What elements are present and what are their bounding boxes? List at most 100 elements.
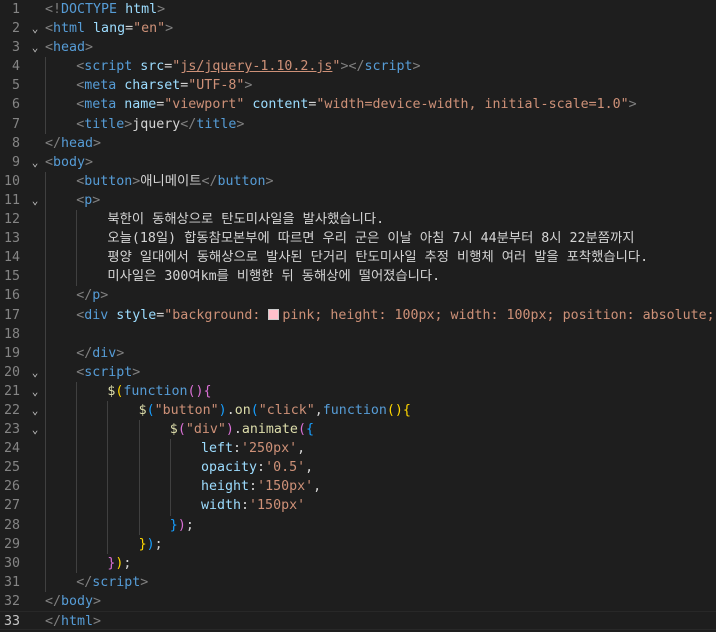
code-token: jquery	[132, 116, 181, 132]
code-line[interactable]: 24 left:'250px',	[0, 439, 716, 459]
fold-chevron-icon[interactable]: ⌄	[29, 363, 41, 382]
code-token: <	[76, 78, 85, 94]
code-text: width:'150px'	[45, 496, 716, 515]
code-line[interactable]: 30});	[0, 553, 716, 573]
code-token: "click"	[258, 402, 315, 418]
code-line[interactable]: 17 <div style="background: pink; height: …	[0, 305, 716, 325]
code-line[interactable]: 10 <button>애니메이트</button>	[0, 171, 716, 191]
code-text: opacity:'0.5',	[45, 458, 716, 477]
code-text: <head>	[45, 38, 716, 57]
code-token: >	[93, 593, 102, 609]
code-token: "en"	[133, 21, 166, 37]
code-token: button	[217, 173, 266, 189]
code-token: 미사일은 300여km를 비행한 뒤 동해상에 떨어졌습니다.	[107, 269, 441, 285]
line-number: 3	[11, 40, 20, 56]
code-text: <div style="background: pink; height: 10…	[45, 306, 716, 325]
code-text: <!DOCTYPE html>	[45, 0, 716, 19]
code-token: ;	[154, 536, 163, 552]
fold-chevron-icon[interactable]: ⌄	[29, 153, 41, 172]
code-line[interactable]: 9 ⌄ <body>	[0, 153, 716, 172]
code-line[interactable]: 18	[0, 324, 716, 344]
code-line[interactable]: 33 </html>	[0, 611, 716, 631]
code-token: $	[138, 402, 147, 418]
code-token: meta	[84, 97, 117, 113]
code-token: animate	[241, 422, 298, 438]
code-text: </div>	[45, 344, 716, 363]
code-text: </head>	[45, 134, 716, 153]
code-text: });	[45, 516, 716, 535]
code-token: button	[84, 173, 133, 189]
code-line[interactable]: 21 ⌄ $(function(){	[0, 381, 716, 401]
code-line[interactable]: 19 </div>	[0, 343, 716, 363]
code-token: :	[257, 460, 266, 476]
line-number: 1	[11, 2, 20, 17]
code-line[interactable]: 22 ⌄ $("button").on("click",function(){	[0, 400, 716, 421]
code-line[interactable]: 7 <title>jquery</title>	[0, 114, 716, 134]
line-number: 9	[11, 154, 20, 170]
code-line[interactable]: 29});	[0, 534, 716, 554]
code-line[interactable]: 3 ⌄ <head>	[0, 38, 716, 57]
code-line[interactable]: 26 height:'150px',	[0, 477, 716, 497]
code-token: <	[76, 307, 85, 323]
code-token: "viewport"	[164, 97, 245, 113]
code-line[interactable]: 28});	[0, 515, 716, 535]
code-token: html	[61, 614, 94, 629]
code-line[interactable]: 20 ⌄ <script>	[0, 362, 716, 382]
code-line[interactable]: 27 width:'150px'	[0, 496, 716, 516]
code-token: opacity	[201, 460, 258, 476]
code-token: <	[45, 154, 54, 170]
code-line[interactable]: 23 ⌄ $("div").animate({	[0, 420, 716, 440]
line-number: 12	[3, 212, 20, 228]
code-text: </script>	[45, 573, 716, 592]
color-swatch-icon[interactable]	[268, 308, 280, 320]
fold-chevron-icon[interactable]: ⌄	[29, 420, 41, 439]
code-token: 평양 일대에서 동해상으로 발사된 단거리 탄도미사일 추정 비행체 여러 발을…	[107, 250, 649, 266]
code-line[interactable]: 32 </body>	[0, 592, 716, 611]
code-line[interactable]: 11 ⌄ <p>	[0, 190, 716, 211]
code-token: script	[92, 574, 141, 590]
code-token: charset	[116, 78, 181, 94]
code-line[interactable]: 4 <script src="js/jquery-1.10.2.js"></scr…	[0, 57, 716, 77]
line-number: 20	[3, 364, 20, 380]
code-token: .	[233, 422, 242, 438]
code-token: <!	[45, 2, 62, 17]
fold-chevron-icon[interactable]: ⌄	[29, 191, 41, 210]
code-line[interactable]: 14 평양 일대에서 동해상으로 발사된 단거리 탄도미사일 추정 비행체 여러 …	[0, 248, 716, 268]
code-text: 북한이 동해상으로 탄도미사일을 발사했습니다.	[45, 210, 716, 229]
code-line[interactable]: 31 </script>	[0, 572, 716, 592]
code-token: :	[241, 498, 250, 514]
code-token: )	[177, 517, 186, 533]
code-token: script	[84, 59, 133, 75]
code-line[interactable]: 16 </p>	[0, 286, 716, 306]
code-line[interactable]: 12 북한이 동해상으로 탄도미사일을 발사했습니다.	[0, 210, 716, 230]
fold-chevron-icon[interactable]: ⌄	[29, 38, 41, 57]
code-line[interactable]: 5 <meta charset="UTF-8">	[0, 76, 716, 96]
code-token: >	[244, 78, 253, 94]
fold-chevron-icon[interactable]: ⌄	[29, 401, 41, 420]
code-token: '0.5'	[265, 460, 306, 476]
code-line[interactable]: 13 오늘(18일) 합동참모본부에 따르면 우리 군은 이날 아침 7시 44분…	[0, 229, 716, 249]
line-number: 28	[3, 517, 20, 533]
code-line[interactable]: 6 <meta name="viewport" content="width=de…	[0, 95, 716, 115]
code-token: script	[84, 364, 133, 380]
code-token: >	[165, 21, 174, 37]
code-line[interactable]: 2 ⌄ <html lang="en">	[0, 19, 716, 38]
code-line[interactable]: 1 <!DOCTYPE html>	[0, 0, 716, 19]
code-text: <body>	[45, 153, 716, 172]
code-token: >	[412, 59, 421, 75]
code-token: )	[146, 536, 155, 552]
code-text: </body>	[45, 592, 716, 611]
code-token: left	[201, 441, 234, 457]
code-line[interactable]: 15 미사일은 300여km를 비행한 뒤 동해상에 떨어졌습니다.	[0, 267, 716, 287]
code-token: <	[45, 21, 54, 37]
fold-chevron-icon[interactable]: ⌄	[29, 19, 41, 38]
fold-chevron-icon[interactable]: ⌄	[29, 382, 41, 401]
code-line[interactable]: 8 </head>	[0, 134, 716, 153]
code-token: <	[45, 40, 54, 56]
code-editor[interactable]: 1 <!DOCTYPE html> 2 ⌄ <html lang="en"> 3 ⌄ <hea…	[0, 0, 716, 632]
code-token: title	[84, 116, 125, 132]
code-line[interactable]: 25 opacity:'0.5',	[0, 458, 716, 478]
code-token: 애니메이트	[140, 173, 202, 189]
line-number: 24	[3, 441, 20, 457]
code-text: <script src="js/jquery-1.10.2.js"></scri…	[45, 57, 716, 76]
